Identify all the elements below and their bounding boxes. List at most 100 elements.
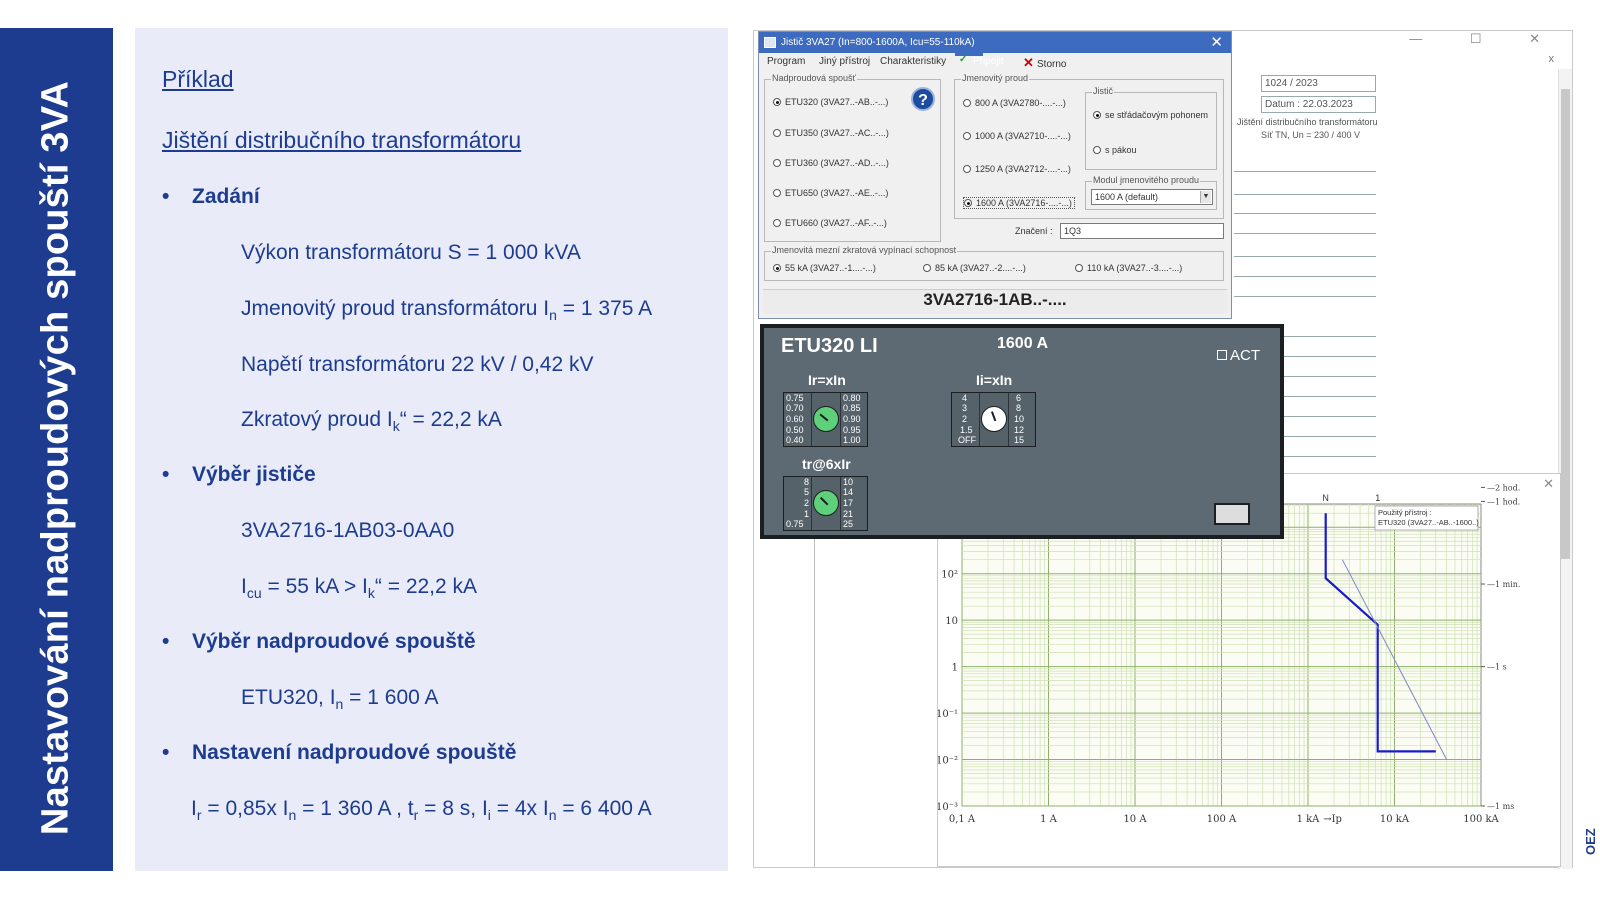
dial-value: 0.95 [843, 425, 861, 435]
ir-knob[interactable] [813, 406, 839, 432]
dial-value: 4 [962, 393, 968, 403]
radio-dot[interactable] [963, 99, 971, 107]
line-etu: ETU320, In = 1 600 A [241, 686, 439, 712]
radio-dot[interactable] [963, 165, 971, 173]
radio-55ka[interactable]: 55 kA (3VA27..-1....-...) [773, 263, 876, 273]
icu-group: Jmenovitá mezní zkratová vypínací schopn… [764, 245, 1224, 281]
title-band: Nastavování nadproudových spouští 3VA [0, 28, 113, 871]
radio-label: 1000 A (3VA2710-....-...) [975, 131, 1071, 141]
ii-label: Ii=xIn [976, 372, 1013, 388]
radio-85ka[interactable]: 85 kA (3VA27..-2....-...) [923, 263, 1026, 273]
radio-label: ETU350 (3VA27..-AC..-...) [785, 128, 889, 138]
radio-dot[interactable] [773, 159, 781, 167]
radio-dot[interactable] [773, 264, 781, 272]
radio-label: 55 kA (3VA27..-1....-...) [785, 263, 876, 273]
dial-value: 0.85 [843, 403, 861, 413]
right-tick-label: —2 hod. [1487, 483, 1520, 492]
group-label: Jmenovitý proud [961, 73, 1030, 83]
etu-panel: ETU320 LI 1600 A ACT Ir=xIn 0.75 0.70 0.… [760, 324, 1284, 539]
radio-800a[interactable]: 800 A (3VA2780-....-...) [963, 98, 1066, 108]
heading: Příklad [162, 66, 234, 92]
x-tick-label: 1 kA [1297, 814, 1321, 825]
radio-dot[interactable] [1093, 146, 1101, 154]
subscript: n [549, 307, 557, 323]
radio-110ka[interactable]: 110 kA (3VA27..-3....-...) [1075, 263, 1182, 273]
tr-dial[interactable]: 8 5 2 1 0.75 10 14 17 21 25 [783, 476, 868, 531]
dial-divider [840, 477, 841, 530]
radio-etu350[interactable]: ETU350 (3VA27..-AC..-...) [773, 128, 889, 138]
date-field[interactable]: Datum : 22.03.2023 [1261, 96, 1376, 113]
menu-program[interactable]: Program [767, 56, 805, 67]
radio-etu650[interactable]: ETU650 (3VA27..-AE..-...) [773, 188, 888, 198]
scroll-close[interactable]: x [1549, 53, 1555, 65]
form-line [1234, 256, 1376, 257]
text: = 1 600 A [343, 686, 439, 709]
act-indicator: ACT [1217, 347, 1260, 364]
radio-1000a[interactable]: 1000 A (3VA2710-....-...) [963, 131, 1071, 141]
x-tick-label: 1 A [1040, 814, 1058, 825]
check-icon: ✓ [959, 54, 968, 65]
radio-1600a[interactable]: 1600 A (3VA2716-....-...) [963, 197, 1075, 209]
section-vyber-jistice: • Výběr jističe [162, 463, 316, 486]
dial-value: 0.60 [786, 414, 804, 424]
radio-motor[interactable]: se střádačovým pohonem [1093, 110, 1208, 120]
dial-value: 5 [804, 487, 810, 497]
text: “ = 22,2 kA [374, 575, 478, 598]
line-current: Jmenovitý proud transformátoru In = 1 37… [241, 297, 652, 323]
radio-dot[interactable] [773, 98, 781, 106]
dial-value: 25 [843, 519, 854, 529]
radio-etu360[interactable]: ETU360 (3VA27..-AD..-...) [773, 158, 889, 168]
subheading: Jištění distribučního transformátoru [162, 127, 522, 153]
radio-dot[interactable] [773, 129, 781, 137]
radio-dot[interactable] [773, 219, 781, 227]
form-line [1234, 171, 1376, 172]
scrollbar-thumb[interactable] [1561, 89, 1570, 559]
section-nastaveni: • Nastavení nadproudové spouště [162, 741, 517, 764]
dial-value: 21 [843, 509, 854, 519]
tr-knob[interactable] [813, 490, 839, 516]
text: = 1 360 A , t [296, 797, 414, 820]
radio-dot[interactable] [773, 189, 781, 197]
radio-1250a[interactable]: 1250 A (3VA2712-....-...) [963, 164, 1071, 174]
window-controls[interactable]: — ☐ ✕ [1409, 31, 1562, 47]
menu-characteristics[interactable]: Charakteristiky [880, 56, 946, 67]
line-icu: Icu = 55 kA > Ik“ = 22,2 kA [241, 575, 477, 601]
radio-etu660[interactable]: ETU660 (3VA27..-AF..-...) [773, 218, 887, 228]
brand-logo: OEZ [1583, 828, 1598, 855]
ii-knob[interactable] [981, 406, 1007, 432]
help-icon[interactable]: ? [911, 87, 935, 111]
radio-dot[interactable] [963, 132, 971, 140]
x-tick-label: 10 A [1123, 814, 1147, 825]
dialog-menu: Program Jiný přístroj Charakteristiky ✓ P… [759, 53, 1231, 72]
dialog-titlebar[interactable]: Jistič 3VA27 (In=800-1600A, Icu=55-110kA… [759, 32, 1231, 53]
marking-input[interactable]: 1Q3 [1060, 223, 1224, 239]
dial-value: 0.50 [786, 425, 804, 435]
radio-lever[interactable]: s pákou [1093, 145, 1137, 155]
dial-value: 10 [843, 477, 854, 487]
ir-dial[interactable]: 0.75 0.70 0.60 0.50 0.40 0.80 0.85 0.90 … [783, 392, 868, 447]
module-select[interactable]: 1600 A (default) ▼ [1091, 189, 1213, 205]
subscript: cu [246, 585, 262, 601]
dial-value: 17 [843, 498, 854, 508]
radio-dot[interactable] [1093, 111, 1101, 119]
close-icon[interactable]: ✕ [1210, 32, 1223, 53]
act-label: ACT [1230, 347, 1260, 364]
legend-text: ETU320 (3VA27..-AB..-1600..) [1378, 518, 1479, 527]
connect-button[interactable]: ✓ Připojit [955, 53, 1004, 67]
x-tick-label: 0,1 A [949, 814, 976, 825]
radio-label: ETU660 (3VA27..-AF..-...) [785, 218, 887, 228]
doc-note-2: Síť TN, Un = 230 / 400 V [1261, 130, 1361, 140]
ii-dial[interactable]: 4 3 2 1.5 OFF 6 8 10 12 15 [951, 392, 1036, 447]
chevron-down-icon[interactable]: ▼ [1200, 191, 1211, 203]
trip-unit-group: Nadproudová spoušť ETU320 (3VA27..-AB..-… [764, 73, 941, 242]
radio-dot[interactable] [964, 199, 972, 207]
vertical-title: Nastavování nadproudových spouští 3VA [34, 80, 77, 836]
group-label: Jistič [1092, 86, 1114, 96]
text: = 55 kA > I [261, 575, 368, 598]
radio-etu320[interactable]: ETU320 (3VA27..-AB..-...) [773, 97, 888, 107]
radio-dot[interactable] [923, 264, 931, 272]
menu-other-device[interactable]: Jiný přístroj [819, 56, 870, 67]
radio-dot[interactable] [1075, 264, 1083, 272]
doc-number-field[interactable]: 1024 / 2023 [1261, 75, 1376, 92]
x-tick-label: 100 kA [1463, 814, 1499, 825]
